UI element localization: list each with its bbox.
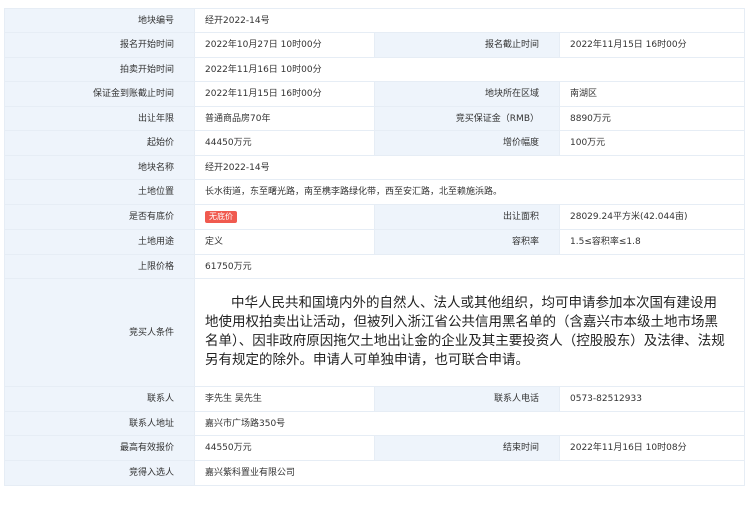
label-use: 土地用途 [4, 229, 195, 255]
row-contact: 联系人 李先生 吴先生 联系人电话 0573-82512933 [4, 386, 745, 412]
value-start-price: 44450万元 [194, 130, 375, 156]
label-end-time: 结束时间 [374, 435, 560, 461]
row-price-cap: 上限价格 61750万元 [4, 254, 745, 279]
label-top-bid: 最高有效报价 [4, 435, 195, 461]
value-reg-start: 2022年10月27日 10时00分 [194, 32, 375, 58]
label-area-district: 地块所在区域 [374, 81, 560, 107]
label-parcel-name: 地块名称 [4, 155, 195, 180]
row-deposit-deadline: 保证金到账截止时间 2022年11月15日 16时00分 地块所在区域 南湖区 [4, 81, 745, 107]
value-bidder-requirements: 中华人民共和国境内外的自然人、法人或其他组织，均可申请参加本次国有建设用地使用权… [194, 278, 745, 387]
label-deposit: 竞买保证金（RMB） [374, 106, 560, 131]
value-auction-start: 2022年11月16日 10时00分 [194, 57, 745, 82]
row-term: 出让年限 普通商品房70年 竞买保证金（RMB） 8890万元 [4, 106, 745, 131]
detail-table: 地块编号 经开2022-14号 报名开始时间 2022年10月27日 10时00… [4, 8, 745, 486]
row-registration: 报名开始时间 2022年10月27日 10时00分 报名截止时间 2022年11… [4, 32, 745, 58]
label-winner: 竞得入选人 [4, 460, 195, 486]
row-location: 土地位置 长水街道，东至曙光路，南至槜李路绿化带，西至安汇路，北至赖施浜路。 [4, 179, 745, 205]
label-reg-start: 报名开始时间 [4, 32, 195, 58]
label-increment: 增价幅度 [374, 130, 560, 156]
value-address: 嘉兴市广场路350号 [194, 411, 745, 436]
row-auction-start: 拍卖开始时间 2022年11月16日 10时00分 [4, 57, 745, 82]
land-auction-detail: 地块编号 经开2022-14号 报名开始时间 2022年10月27日 10时00… [4, 8, 745, 486]
value-area-district: 南湖区 [559, 81, 745, 107]
value-reg-end: 2022年11月15日 16时00分 [559, 32, 745, 58]
value-top-bid: 44550万元 [194, 435, 375, 461]
label-bidder-requirements: 竞买人条件 [4, 278, 195, 387]
value-increment: 100万元 [559, 130, 745, 156]
value-parcel-no: 经开2022-14号 [194, 8, 745, 33]
label-location: 土地位置 [4, 179, 195, 205]
value-land-area: 28029.24平方米(42.044亩) [559, 204, 745, 230]
row-bidder-requirements: 竞买人条件 中华人民共和国境内外的自然人、法人或其他组织，均可申请参加本次国有建… [4, 278, 745, 387]
label-phone: 联系人电话 [374, 386, 560, 412]
value-deposit: 8890万元 [559, 106, 745, 131]
value-contact: 李先生 吴先生 [194, 386, 375, 412]
row-parcel-name: 地块名称 经开2022-14号 [4, 155, 745, 180]
row-top-bid: 最高有效报价 44550万元 结束时间 2022年11月16日 10时08分 [4, 435, 745, 461]
value-phone: 0573-82512933 [559, 386, 745, 412]
label-address: 联系人地址 [4, 411, 195, 436]
label-reg-end: 报名截止时间 [374, 32, 560, 58]
label-deposit-deadline: 保证金到账截止时间 [4, 81, 195, 107]
value-end-time: 2022年11月16日 10时08分 [559, 435, 745, 461]
label-auction-start: 拍卖开始时间 [4, 57, 195, 82]
label-price-cap: 上限价格 [4, 254, 195, 279]
row-parcel-no: 地块编号 经开2022-14号 [4, 8, 745, 33]
value-price-cap: 61750万元 [194, 254, 745, 279]
value-reserve-cell: 无底价 [194, 204, 375, 230]
value-deposit-deadline: 2022年11月15日 16时00分 [194, 81, 375, 107]
label-start-price: 起始价 [4, 130, 195, 156]
value-location: 长水街道，东至曙光路，南至槜李路绿化带，西至安汇路，北至赖施浜路。 [194, 179, 745, 205]
row-winner: 竞得入选人 嘉兴紫科置业有限公司 [4, 460, 745, 486]
value-parcel-name: 经开2022-14号 [194, 155, 745, 180]
label-term: 出让年限 [4, 106, 195, 131]
label-far: 容积率 [374, 229, 560, 255]
value-winner: 嘉兴紫科置业有限公司 [194, 460, 745, 486]
row-address: 联系人地址 嘉兴市广场路350号 [4, 411, 745, 436]
value-term: 普通商品房70年 [194, 106, 375, 131]
no-reserve-badge: 无底价 [205, 211, 237, 223]
label-land-area: 出让面积 [374, 204, 560, 230]
row-use: 土地用途 定义 容积率 1.5≤容积率≤1.8 [4, 229, 745, 255]
row-start-price: 起始价 44450万元 增价幅度 100万元 [4, 130, 745, 156]
label-parcel-no: 地块编号 [4, 8, 195, 33]
label-reserve: 是否有底价 [4, 204, 195, 230]
row-reserve: 是否有底价 无底价 出让面积 28029.24平方米(42.044亩) [4, 204, 745, 230]
value-far: 1.5≤容积率≤1.8 [559, 229, 745, 255]
value-use: 定义 [194, 229, 375, 255]
label-contact: 联系人 [4, 386, 195, 412]
